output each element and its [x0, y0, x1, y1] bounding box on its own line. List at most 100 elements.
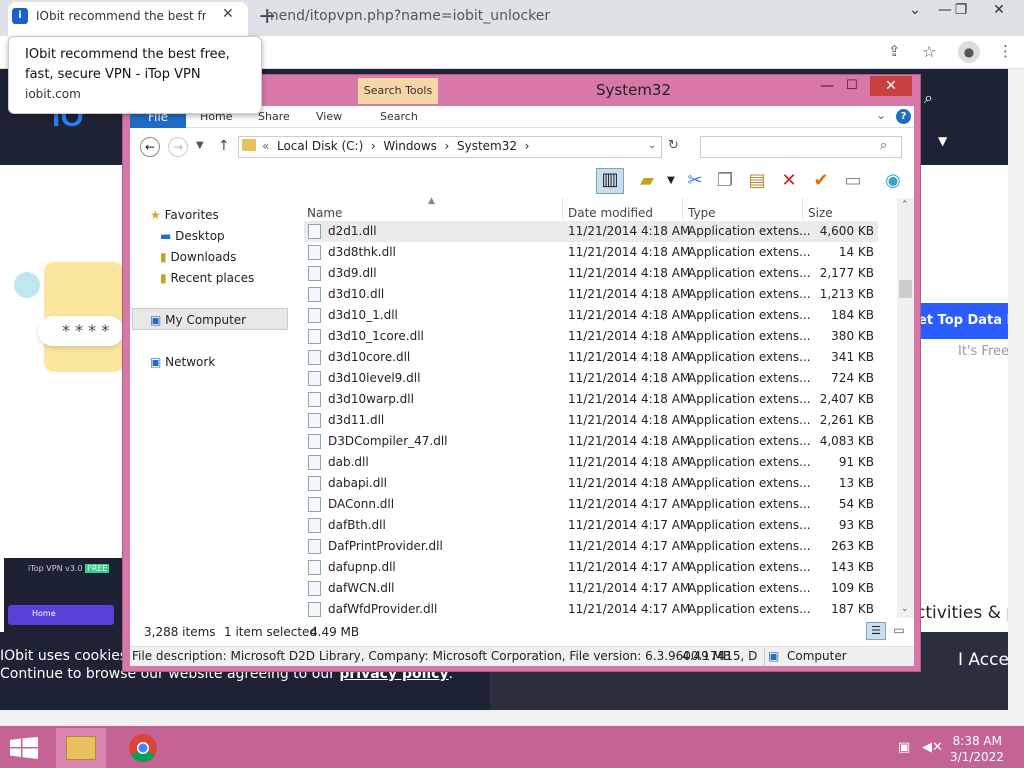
scrollbar-thumb[interactable] [899, 280, 912, 298]
search-input[interactable] [700, 136, 902, 158]
nav-network[interactable]: ▣ Network [150, 355, 215, 369]
file-row[interactable]: dafBth.dll 11/21/2014 4:17 AM Application … [304, 515, 878, 536]
forward-button[interactable]: → [168, 137, 188, 157]
nav-recent-places[interactable]: ▮ Recent places [160, 271, 254, 285]
file-row[interactable]: d3d10level9.dll 11/21/2014 4:18 AM Applica… [304, 368, 878, 389]
file-row[interactable]: dab.dll 11/21/2014 4:18 AM Application ext… [304, 452, 878, 473]
ribbon-tab-share[interactable]: Share [258, 110, 290, 123]
file-row[interactable]: dafWfdProvider.dll 11/21/2014 4:17 AM Appl… [304, 599, 878, 620]
search-icon[interactable]: ⌕ [880, 138, 887, 153]
page-horizontal-scrollbar[interactable] [0, 710, 1024, 726]
menu-kebab-icon[interactable]: ⋮ [998, 42, 1013, 60]
preview-pane-icon[interactable]: ▥ [596, 168, 624, 194]
file-list-scrollbar[interactable] [897, 198, 914, 618]
taskbar-chrome[interactable] [118, 728, 168, 768]
scroll-up-icon[interactable]: ⌃ [901, 200, 909, 210]
breadcrumb-windows[interactable]: Windows [383, 139, 437, 153]
file-type: Application extens... [688, 518, 811, 532]
file-row[interactable]: dafWCN.dll 11/21/2014 4:17 AM Application … [304, 578, 878, 599]
column-header-type[interactable]: Type [688, 206, 716, 220]
paste-icon[interactable]: ▤ [746, 170, 768, 192]
window-close-button[interactable]: ✕ [870, 76, 912, 96]
file-row[interactable]: d2d1.dll 11/21/2014 4:18 AM Application ex… [304, 221, 878, 242]
ribbon-expand-chevron-icon[interactable]: ⌄ [876, 108, 886, 122]
back-button[interactable]: ← [140, 137, 160, 157]
file-row[interactable]: d3d11.dll 11/21/2014 4:18 AM Application e… [304, 410, 878, 431]
restore-button[interactable]: ❐ [946, 2, 976, 18]
window-minimize-button[interactable]: — [820, 78, 834, 94]
bookmark-star-icon[interactable]: ☆ [922, 42, 936, 61]
chevron-down-icon[interactable]: ⌄ [900, 2, 930, 18]
details-bar: File description: Microsoft D2D Library,… [130, 646, 914, 666]
close-browser-button[interactable]: ✕ [984, 2, 1014, 18]
recent-locations-chevron-icon[interactable]: ▼ [196, 140, 204, 151]
file-name: d3d8thk.dll [328, 245, 396, 259]
volume-muted-icon[interactable]: ◀✕ [922, 740, 943, 755]
address-dropdown-icon[interactable]: ⌄ [648, 140, 656, 151]
file-row[interactable]: d3d10_1core.dll 11/21/2014 4:18 AM Applica… [304, 326, 878, 347]
file-row[interactable]: dafupnp.dll 11/21/2014 4:17 AM Application… [304, 557, 878, 578]
tab-close-icon[interactable]: ✕ [222, 6, 234, 22]
column-header-size[interactable]: Size [808, 206, 833, 220]
column-header-date[interactable]: Date modified [568, 206, 653, 220]
search-tools-context-tab[interactable]: Search Tools [358, 78, 438, 104]
copy-icon[interactable]: ❐ [714, 170, 736, 192]
file-name: d3d9.dll [328, 266, 377, 280]
file-row[interactable]: d3d10.dll 11/21/2014 4:18 AM Application e… [304, 284, 878, 305]
file-name: dafupnp.dll [328, 560, 396, 574]
ribbon-tab-view[interactable]: View [316, 110, 342, 123]
file-size: 4,600 KB [819, 224, 874, 238]
taskbar-clock[interactable]: 8:38 AM 3/1/2022 [950, 733, 1004, 765]
checkmark-icon[interactable]: ✔ [810, 170, 832, 192]
file-row[interactable]: d3d8thk.dll 11/21/2014 4:18 AM Application… [304, 242, 878, 263]
file-row[interactable]: d3d9.dll 11/21/2014 4:18 AM Application ex… [304, 263, 878, 284]
its-free-label: It's Free [958, 344, 1009, 359]
cut-icon[interactable]: ✂ [684, 170, 706, 192]
site-chevron-down-icon[interactable]: ▼ [938, 134, 947, 148]
file-type: Application extens... [688, 581, 811, 595]
profile-avatar-icon[interactable]: ● [958, 41, 980, 63]
get-top-data-button[interactable]: et Top Data Pr [918, 303, 1008, 339]
breadcrumb[interactable]: « Local Disk (C:) › Windows › System32 › [262, 139, 529, 153]
file-name: d3d10warp.dll [328, 392, 414, 406]
up-button[interactable]: ↑ [218, 138, 230, 154]
file-size: 54 KB [838, 497, 874, 511]
globe-icon[interactable]: ◉ [882, 170, 904, 192]
network-tray-icon[interactable]: ▣ [898, 740, 910, 755]
details-view-icon[interactable]: ☰ [866, 622, 886, 640]
file-size: 341 KB [831, 350, 874, 364]
help-icon[interactable]: ? [896, 109, 911, 124]
new-folder-dropdown-icon[interactable]: ▼ [660, 170, 682, 192]
delete-icon[interactable]: ✕ [778, 170, 800, 192]
window-maximize-button[interactable]: ☐ [846, 78, 858, 93]
share-icon[interactable]: ⇪ [888, 42, 901, 60]
file-row[interactable]: d3d10warp.dll 11/21/2014 4:18 AM Applicati… [304, 389, 878, 410]
breadcrumb-system32[interactable]: System32 [457, 139, 517, 153]
file-row[interactable]: DAConn.dll 11/21/2014 4:17 AM Application … [304, 494, 878, 515]
taskbar-file-explorer[interactable] [56, 728, 106, 768]
scroll-down-icon[interactable]: ⌄ [901, 604, 909, 614]
file-row[interactable]: D3DCompiler_47.dll 11/21/2014 4:18 AM Appl… [304, 431, 878, 452]
new-folder-icon[interactable]: ▰ [636, 170, 658, 192]
large-icons-view-icon[interactable]: ▭ [890, 622, 908, 640]
site-search-icon[interactable]: ⌕ [924, 88, 933, 108]
breadcrumb-local-disk[interactable]: Local Disk (C:) [277, 139, 363, 153]
windows-start-icon[interactable] [10, 737, 38, 759]
ribbon-tab-search[interactable]: Search [380, 110, 418, 123]
file-row[interactable]: d3d10core.dll 11/21/2014 4:18 AM Applicati… [304, 347, 878, 368]
file-name: dafBth.dll [328, 518, 386, 532]
file-name: d3d10_1core.dll [328, 329, 424, 343]
nav-my-computer[interactable]: ▣ My Computer [150, 313, 246, 327]
page-scrollbar[interactable] [1008, 69, 1024, 710]
file-date: 11/21/2014 4:18 AM [568, 476, 691, 490]
file-row[interactable]: dabapi.dll 11/21/2014 4:18 AM Application … [304, 473, 878, 494]
nav-desktop[interactable]: ▬ Desktop [160, 229, 225, 243]
refresh-icon[interactable]: ↻ [668, 138, 679, 153]
file-row[interactable]: d3d10_1.dll 11/21/2014 4:18 AM Application… [304, 305, 878, 326]
file-row[interactable]: DafPrintProvider.dll 11/21/2014 4:17 AM Ap… [304, 536, 878, 557]
column-header-name[interactable]: Name [307, 206, 342, 220]
nav-downloads[interactable]: ▮ Downloads [160, 250, 236, 264]
url-text[interactable]: mend/itopvpn.php?name=iobit_unlocker [265, 8, 550, 24]
nav-favorites[interactable]: ★ Favorites [150, 208, 219, 222]
rename-icon[interactable]: ▭ [842, 170, 864, 192]
